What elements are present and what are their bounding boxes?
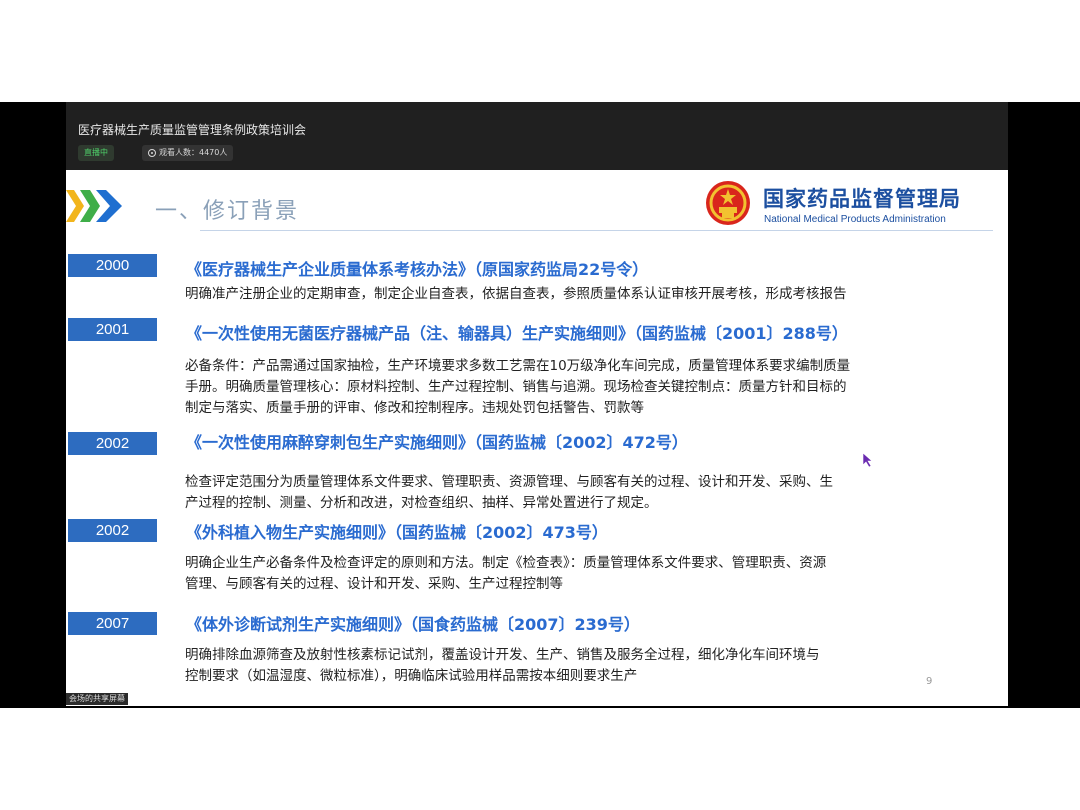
section-title: 一、修订背景 [155,199,300,224]
chevron-arrows-icon [66,190,122,222]
stream-title: 医疗器械生产质量监管管理条例政策培训会 [78,123,307,137]
year-badge: 2002 [68,519,157,542]
national-emblem-icon [706,181,750,225]
document-description: 明确企业生产必备条件及检查评定的原则和方法。制定《检查表》：质量管理体系文件要求… [185,555,827,592]
live-label: 直播中 [84,148,108,157]
document-description: 检查评定范围分为质量管理体系文件要求、管理职责、资源管理、与顾客有关的过程、设计… [185,474,833,511]
year-badge: 2001 [68,318,157,341]
document-title: 《医疗器械生产企业质量体系考核办法》（原国家药监局22号令） [186,260,649,279]
shared-screen-label: 会场的共享屏幕 [66,693,128,705]
page-number: 9 [926,676,933,687]
document-title: 《体外诊断试剂生产实施细则》（国食药监械〔2007〕239号） [186,615,640,634]
live-status-badge: 直播中 [78,145,114,161]
viewer-count-label: 观看人数：4470人 [159,148,228,157]
document-title: 《外科植入物生产实施细则》（国药监械〔2002〕473号） [186,523,608,542]
viewer-count-badge: 观看人数：4470人 [142,145,234,161]
document-description: 必备条件：产品需通过国家抽检，生产环境要求多数工艺需在10万级净化车间完成，质量… [185,358,851,416]
year-badge: 2000 [68,254,157,277]
year-badge: 2002 [68,432,157,455]
eye-icon [148,149,156,157]
document-description: 明确准产注册企业的定期审查，制定企业自查表，依据自查表，参照质量体系认证审核开展… [185,286,847,302]
document-description: 明确排除血源筛查及放射性核素标记试剂，覆盖设计开发、生产、销售及服务全过程，细化… [185,647,820,684]
agency-name-en: National Medical Products Administration [764,214,946,225]
document-title: 《一次性使用麻醉穿刺包生产实施细则》（国药监械〔2002〕472号） [186,433,688,452]
year-badge: 2007 [68,612,157,635]
header-divider [200,230,993,231]
mouse-cursor-icon [862,452,873,468]
agency-name-cn: 国家药品监督管理局 [763,187,961,211]
document-title: 《一次性使用无菌医疗器械产品（注、输器具）生产实施细则》（国药监械〔2001〕2… [186,324,848,343]
